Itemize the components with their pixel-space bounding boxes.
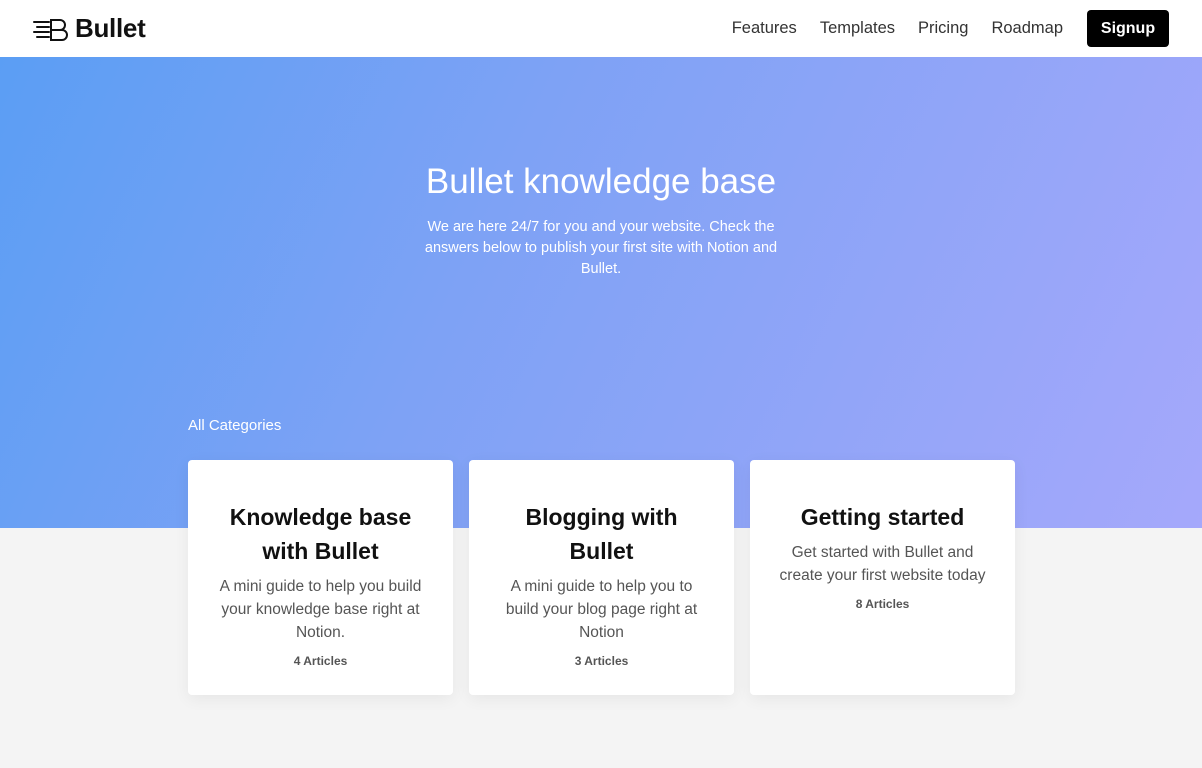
category-cards: Knowledge base with Bullet A mini guide …: [188, 460, 1015, 695]
top-navbar: Bullet Features Templates Pricing Roadma…: [0, 0, 1202, 57]
card-article-count: 3 Articles: [574, 654, 629, 668]
all-categories-heading: All Categories: [188, 417, 282, 434]
card-title: Knowledge base with Bullet: [229, 504, 412, 564]
hero-banner: Bullet knowledge base We are here 24/7 f…: [0, 57, 1202, 528]
brand-name: Bullet: [75, 13, 146, 43]
nav-link-templates[interactable]: Templates: [820, 19, 895, 38]
bullet-logo-icon: [33, 18, 68, 41]
card-title: Getting started: [800, 504, 965, 530]
signup-button[interactable]: Signup: [1087, 10, 1169, 47]
card-title: Blogging with Bullet: [525, 504, 678, 564]
category-card-knowledge-base[interactable]: Knowledge base with Bullet A mini guide …: [188, 460, 453, 695]
card-description: A mini guide to help you to build your b…: [505, 578, 698, 641]
hero-subtitle: We are here 24/7 for you and your websit…: [424, 219, 778, 277]
card-article-count: 8 Articles: [855, 597, 910, 611]
nav-link-pricing[interactable]: Pricing: [918, 19, 968, 38]
category-card-blogging[interactable]: Blogging with Bullet A mini guide to hel…: [469, 460, 734, 695]
card-article-count: 4 Articles: [293, 654, 348, 668]
nav-link-roadmap[interactable]: Roadmap: [991, 19, 1063, 38]
nav-link-features[interactable]: Features: [732, 19, 797, 38]
card-description: Get started with Bullet and create your …: [779, 544, 986, 584]
brand-home-link[interactable]: Bullet: [33, 13, 146, 44]
category-card-getting-started[interactable]: Getting started Get started with Bullet …: [750, 460, 1015, 695]
page-title: Bullet knowledge base: [425, 162, 777, 201]
card-description: A mini guide to help you build your know…: [219, 578, 422, 641]
main-nav: Features Templates Pricing Roadmap Signu…: [732, 10, 1169, 47]
